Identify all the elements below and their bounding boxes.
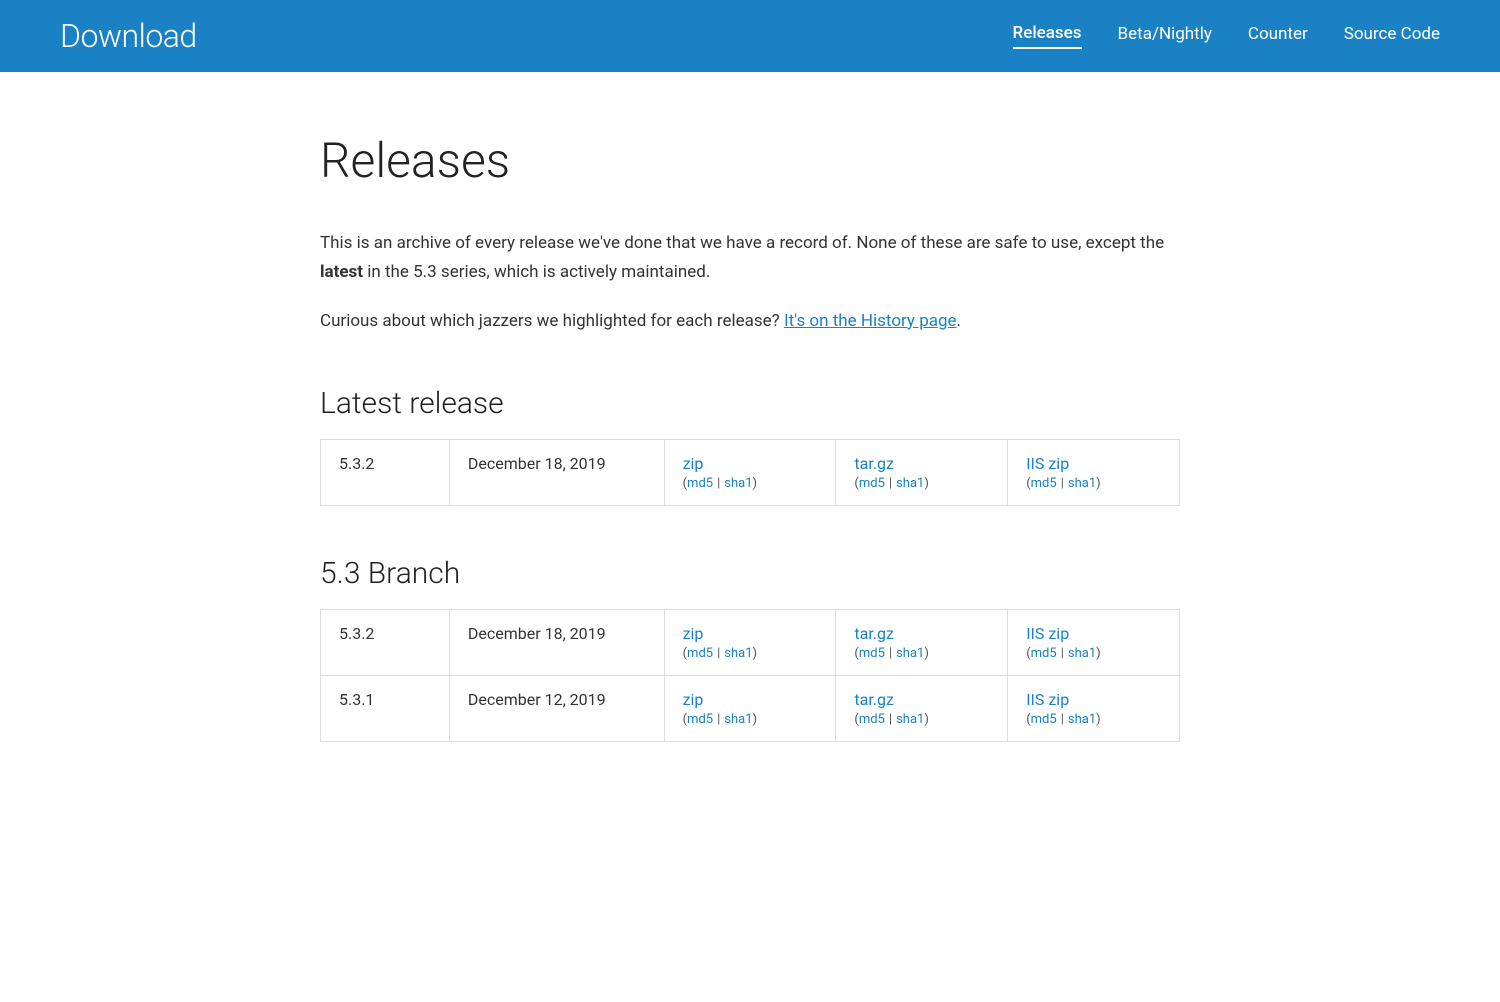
nav-counter[interactable]: Counter <box>1248 24 1308 48</box>
branch-date-531: December 12, 2019 <box>449 675 664 741</box>
branch-version-531: 5.3.1 <box>321 675 450 741</box>
nav-source-code[interactable]: Source Code <box>1344 24 1440 48</box>
nav-beta-nightly[interactable]: Beta/Nightly <box>1118 24 1212 48</box>
latest-iiszip-md5-1[interactable]: md5 <box>1031 476 1057 491</box>
branch-iiszip-link-532[interactable]: IIS zip <box>1026 624 1161 643</box>
latest-version-1: 5.3.2 <box>321 439 450 505</box>
latest-targz-1: tar.gz (md5|sha1) <box>836 439 1008 505</box>
branch-zip-link-532[interactable]: zip <box>683 624 818 643</box>
latest-zip-link-1[interactable]: zip <box>683 454 818 473</box>
branch-zip-md5-532[interactable]: md5 <box>687 646 713 661</box>
separator: | <box>889 712 892 727</box>
latest-iiszip-1: IIS zip (md5|sha1) <box>1008 439 1180 505</box>
site-title: Download <box>60 17 197 55</box>
nav: Releases Beta/Nightly Counter Source Cod… <box>1013 23 1440 49</box>
branch-iiszip-531: IIS zip (md5|sha1) <box>1008 675 1180 741</box>
latest-iiszip-sha1-1[interactable]: sha1 <box>1068 476 1096 491</box>
branch-zip-link-531[interactable]: zip <box>683 690 818 709</box>
main-content: Releases This is an archive of every rel… <box>300 72 1200 822</box>
latest-release-table: 5.3.2 December 18, 2019 zip (md5|sha1) t… <box>320 439 1180 506</box>
separator: | <box>889 646 892 661</box>
branch-targz-link-532[interactable]: tar.gz <box>854 624 989 643</box>
separator: | <box>717 646 720 661</box>
branch-zip-hashes-532: (md5|sha1) <box>683 646 818 661</box>
branch-iiszip-hashes-531: (md5|sha1) <box>1026 712 1161 727</box>
separator: | <box>717 712 720 727</box>
latest-targz-hashes-1: (md5|sha1) <box>854 476 989 491</box>
branch-targz-hashes-532: (md5|sha1) <box>854 646 989 661</box>
branch-targz-md5-532[interactable]: md5 <box>859 646 885 661</box>
branch-date-532: December 18, 2019 <box>449 609 664 675</box>
branch-targz-sha1-531[interactable]: sha1 <box>896 712 924 727</box>
branch-targz-532: tar.gz (md5|sha1) <box>836 609 1008 675</box>
page-heading: Releases <box>320 132 1180 189</box>
latest-zip-sha1-1[interactable]: sha1 <box>724 476 752 491</box>
branch-iiszip-md5-531[interactable]: md5 <box>1031 712 1057 727</box>
branch-version-532: 5.3.2 <box>321 609 450 675</box>
branch-iiszip-hashes-532: (md5|sha1) <box>1026 646 1161 661</box>
latest-zip-md5-1[interactable]: md5 <box>687 476 713 491</box>
branch-iiszip-link-531[interactable]: IIS zip <box>1026 690 1161 709</box>
intro-paragraph-2: Curious about which jazzers we highlight… <box>320 307 1180 336</box>
branch-targz-link-531[interactable]: tar.gz <box>854 690 989 709</box>
branch-zip-hashes-531: (md5|sha1) <box>683 712 818 727</box>
latest-iiszip-link-1[interactable]: IIS zip <box>1026 454 1161 473</box>
branch-zip-md5-531[interactable]: md5 <box>687 712 713 727</box>
latest-zip-hashes-1: (md5|sha1) <box>683 476 818 491</box>
branch-iiszip-sha1-531[interactable]: sha1 <box>1068 712 1096 727</box>
branch-zip-sha1-532[interactable]: sha1 <box>724 646 752 661</box>
branch-zip-531: zip (md5|sha1) <box>664 675 836 741</box>
latest-targz-link-1[interactable]: tar.gz <box>854 454 989 473</box>
latest-zip-1: zip (md5|sha1) <box>664 439 836 505</box>
latest-targz-md5-1[interactable]: md5 <box>859 476 885 491</box>
branch-iiszip-sha1-532[interactable]: sha1 <box>1068 646 1096 661</box>
branch-53-table: 5.3.2 December 18, 2019 zip (md5|sha1) t… <box>320 609 1180 742</box>
separator: | <box>1061 476 1064 491</box>
branch-zip-sha1-531[interactable]: sha1 <box>724 712 752 727</box>
branch-zip-532: zip (md5|sha1) <box>664 609 836 675</box>
history-page-link[interactable]: It's on the History page <box>784 311 957 331</box>
latest-date-1: December 18, 2019 <box>449 439 664 505</box>
latest-iiszip-hashes-1: (md5|sha1) <box>1026 476 1161 491</box>
latest-bold: latest <box>320 262 363 282</box>
branch-targz-sha1-532[interactable]: sha1 <box>896 646 924 661</box>
nav-releases[interactable]: Releases <box>1013 23 1082 49</box>
separator: | <box>717 476 720 491</box>
latest-row-1: 5.3.2 December 18, 2019 zip (md5|sha1) t… <box>321 439 1180 505</box>
branch-53-heading: 5.3 Branch <box>320 556 1180 591</box>
separator: | <box>1061 646 1064 661</box>
header: Download Releases Beta/Nightly Counter S… <box>0 0 1500 72</box>
separator: | <box>889 476 892 491</box>
branch-row-531: 5.3.1 December 12, 2019 zip (md5|sha1) t… <box>321 675 1180 741</box>
branch-targz-md5-531[interactable]: md5 <box>859 712 885 727</box>
branch-iiszip-532: IIS zip (md5|sha1) <box>1008 609 1180 675</box>
latest-release-heading: Latest release <box>320 386 1180 421</box>
intro-paragraph-1: This is an archive of every release we'v… <box>320 229 1180 287</box>
branch-iiszip-md5-532[interactable]: md5 <box>1031 646 1057 661</box>
branch-row-532: 5.3.2 December 18, 2019 zip (md5|sha1) t… <box>321 609 1180 675</box>
branch-targz-hashes-531: (md5|sha1) <box>854 712 989 727</box>
separator: | <box>1061 712 1064 727</box>
latest-targz-sha1-1[interactable]: sha1 <box>896 476 924 491</box>
branch-targz-531: tar.gz (md5|sha1) <box>836 675 1008 741</box>
